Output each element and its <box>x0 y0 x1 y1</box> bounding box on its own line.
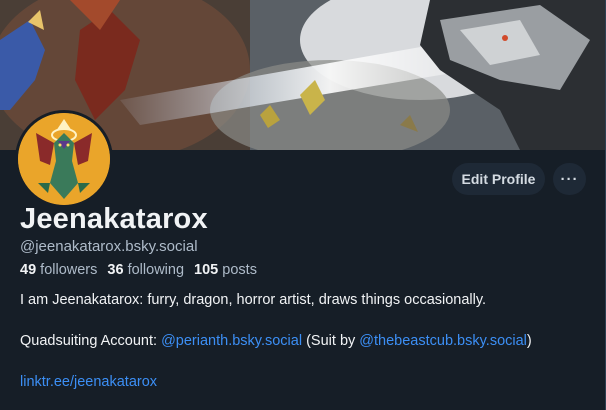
posts-stat: 105 posts <box>194 262 257 278</box>
posts-label: posts <box>222 262 257 278</box>
edit-profile-button[interactable]: Edit Profile <box>452 163 545 195</box>
following-count: 36 <box>107 262 124 278</box>
display-name: Jeenakatarox <box>20 203 208 235</box>
bio-line-2-suffix: ) <box>526 333 532 349</box>
following-stat[interactable]: 36 following <box>107 262 184 278</box>
followers-stat[interactable]: 49 followers <box>20 262 97 278</box>
bio-line-3: linktr.ee/jeenakatarox <box>20 373 600 392</box>
linktree-link[interactable]: linktr.ee/jeenakatarox <box>20 374 157 390</box>
bio-line-2: Quadsuiting Account: @perianth.bsky.soci… <box>20 332 600 351</box>
profile-handle: @jeenakatarox.bsky.social <box>20 238 198 255</box>
more-options-button[interactable]: ··· <box>553 163 586 195</box>
bio-line-2-prefix: Quadsuiting Account: <box>20 333 162 349</box>
following-label: following <box>127 262 185 278</box>
followers-count: 49 <box>20 262 37 278</box>
avatar-dragon-artwork <box>18 113 110 205</box>
profile-page: Edit Profile ··· Jeenakatarox @jeenakata… <box>0 0 606 410</box>
bio-line-1: I am Jeenakatarox: furry, dragon, horror… <box>20 292 487 308</box>
profile-stats: 49 followers 36 following 105 posts <box>20 262 263 278</box>
perianth-mention-link[interactable]: @perianth.bsky.social <box>161 333 302 349</box>
followers-label: followers <box>40 262 98 278</box>
profile-actions: Edit Profile ··· <box>452 163 586 195</box>
profile-bio: I am Jeenakatarox: furry, dragon, horror… <box>20 291 600 392</box>
thebeastcub-mention-link[interactable]: @thebeastcub.bsky.social <box>359 333 527 349</box>
posts-count: 105 <box>194 262 219 278</box>
avatar[interactable] <box>15 110 113 208</box>
bio-line-2-middle: (Suit by <box>302 333 360 349</box>
ellipsis-icon: ··· <box>560 170 579 188</box>
